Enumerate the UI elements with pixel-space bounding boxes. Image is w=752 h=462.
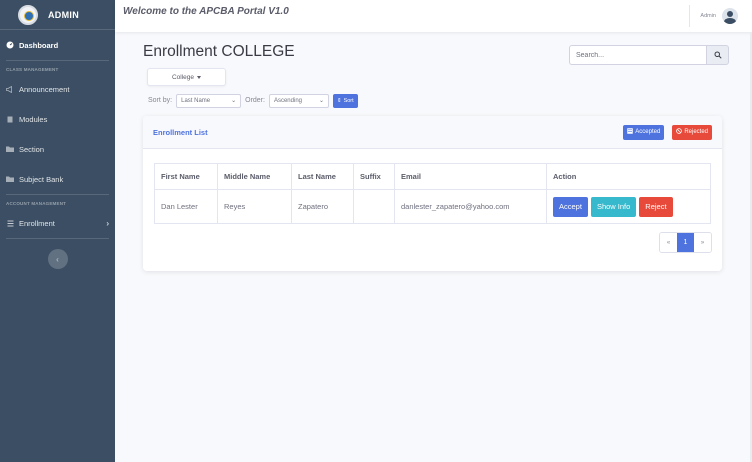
- sidebar: ADMIN Dashboard CLASS MANAGEMENT Announc…: [0, 0, 115, 462]
- school-logo-icon: [18, 4, 38, 25]
- college-dropdown[interactable]: College: [147, 68, 226, 86]
- accepted-button-label: Accepted: [635, 129, 661, 135]
- sidebar-item-enrollment[interactable]: Enrollment ›: [0, 208, 115, 238]
- sidebar-item-section[interactable]: Section: [0, 134, 115, 164]
- sort-button-label: Sort: [343, 97, 354, 104]
- sidebar-item-dashboard[interactable]: Dashboard: [0, 30, 115, 60]
- sidebar-item-announcement[interactable]: Announcement: [0, 74, 115, 104]
- enrollment-table: First Name Middle Name Last Name Suffix …: [154, 163, 711, 224]
- reject-button[interactable]: Reject: [639, 196, 673, 217]
- search-box: [569, 45, 729, 65]
- cell-suffix: [353, 189, 395, 224]
- sidebar-item-label: Enrollment: [19, 218, 55, 228]
- sidebar-item-subject-bank[interactable]: Subject Bank: [0, 164, 115, 194]
- book-icon: [6, 116, 14, 123]
- pagination: « 1 »: [659, 232, 712, 253]
- rejected-button[interactable]: Rejected: [672, 124, 712, 140]
- cell-last-name: Zapatero: [291, 189, 354, 224]
- ban-icon: [676, 128, 683, 136]
- portal-title: Welcome to the APCBA Portal V1.0: [123, 5, 289, 17]
- cell-middle-name: Reyes: [217, 189, 292, 224]
- rejected-button-label: Rejected: [684, 129, 708, 135]
- sort-icon: ⇕: [336, 97, 342, 104]
- col-email: Email: [394, 163, 547, 190]
- sort-controls: Sort by: Last Name ⌄ Order: Ascending ⌄ …: [148, 93, 358, 108]
- sidebar-brand[interactable]: ADMIN: [0, 0, 115, 30]
- show-info-button[interactable]: Show Info: [590, 196, 637, 217]
- table-header-row: First Name Middle Name Last Name Suffix …: [154, 163, 711, 190]
- sort-by-label: Sort by:: [148, 97, 173, 104]
- col-suffix: Suffix: [353, 163, 395, 190]
- caret-down-icon: [197, 75, 202, 79]
- sidebar-item-label: Dashboard: [19, 40, 59, 50]
- college-dropdown-label: College: [171, 73, 195, 81]
- col-last-name: Last Name: [291, 163, 354, 190]
- sidebar-toggle-wrap: ‹: [0, 239, 115, 269]
- accepted-button[interactable]: Accepted: [623, 124, 665, 140]
- sidebar-item-label: Section: [19, 144, 45, 154]
- filter-buttons: Accepted Rejected: [623, 124, 712, 140]
- chevron-right-icon: ›: [106, 218, 109, 228]
- list-box-icon: [627, 128, 634, 136]
- user-menu[interactable]: Admin: [689, 5, 738, 27]
- sort-button[interactable]: ⇕ Sort: [332, 93, 358, 108]
- sidebar-item-modules[interactable]: Modules: [0, 104, 115, 134]
- sidebar-heading-class: CLASS MANAGEMENT: [6, 67, 59, 72]
- cell-first-name: Dan Lester: [154, 189, 218, 224]
- folder-icon: [6, 176, 14, 182]
- accept-button[interactable]: Accept: [553, 196, 588, 217]
- search-icon: [714, 46, 722, 64]
- cell-action: Accept Show Info Reject: [546, 189, 711, 224]
- pagination-page[interactable]: 1: [677, 233, 694, 252]
- search-input[interactable]: [569, 45, 706, 65]
- cell-email: danlester_zapatero@yahoo.com: [394, 189, 547, 224]
- order-label: Order:: [245, 97, 265, 104]
- order-select[interactable]: Ascending ⌄: [268, 93, 329, 108]
- sidebar-heading-account: ACCOUNT MANAGEMENT: [6, 201, 67, 206]
- card-header: Enrollment List Accepted Rejected: [143, 116, 722, 149]
- enrollment-card: Enrollment List Accepted Rejected First …: [143, 116, 722, 271]
- table-row: Dan Lester Reyes Zapatero danlester_zapa…: [154, 189, 711, 224]
- sort-by-value: Last Name: [181, 97, 211, 104]
- pagination-prev[interactable]: «: [660, 233, 677, 252]
- sidebar-item-label: Modules: [19, 114, 48, 124]
- search-button[interactable]: [706, 45, 729, 65]
- sidebar-item-label: Announcement: [19, 84, 70, 94]
- chevron-down-icon: ⌄: [318, 98, 324, 104]
- folder-icon: [6, 146, 14, 152]
- col-first-name: First Name: [154, 163, 218, 190]
- topbar: Welcome to the APCBA Portal V1.0 Admin: [115, 0, 752, 32]
- dashboard-icon: [6, 41, 14, 49]
- row-actions: Accept Show Info Reject: [553, 196, 704, 217]
- list-icon: [6, 220, 14, 227]
- chevron-down-icon: ⌄: [231, 98, 237, 104]
- page-title: Enrollment COLLEGE: [143, 43, 295, 60]
- col-middle-name: Middle Name: [217, 163, 292, 190]
- order-value: Ascending: [273, 97, 302, 104]
- brand-text: ADMIN: [48, 9, 79, 20]
- sort-by-select[interactable]: Last Name ⌄: [176, 93, 242, 108]
- card-title: Enrollment List: [153, 127, 208, 137]
- user-name: Admin: [700, 13, 716, 19]
- col-action: Action: [546, 163, 711, 190]
- pagination-next[interactable]: »: [694, 233, 711, 252]
- sidebar-toggle-button[interactable]: ‹: [47, 249, 68, 269]
- megaphone-icon: [6, 85, 14, 93]
- avatar: [722, 8, 738, 24]
- sidebar-item-label: Subject Bank: [19, 174, 64, 184]
